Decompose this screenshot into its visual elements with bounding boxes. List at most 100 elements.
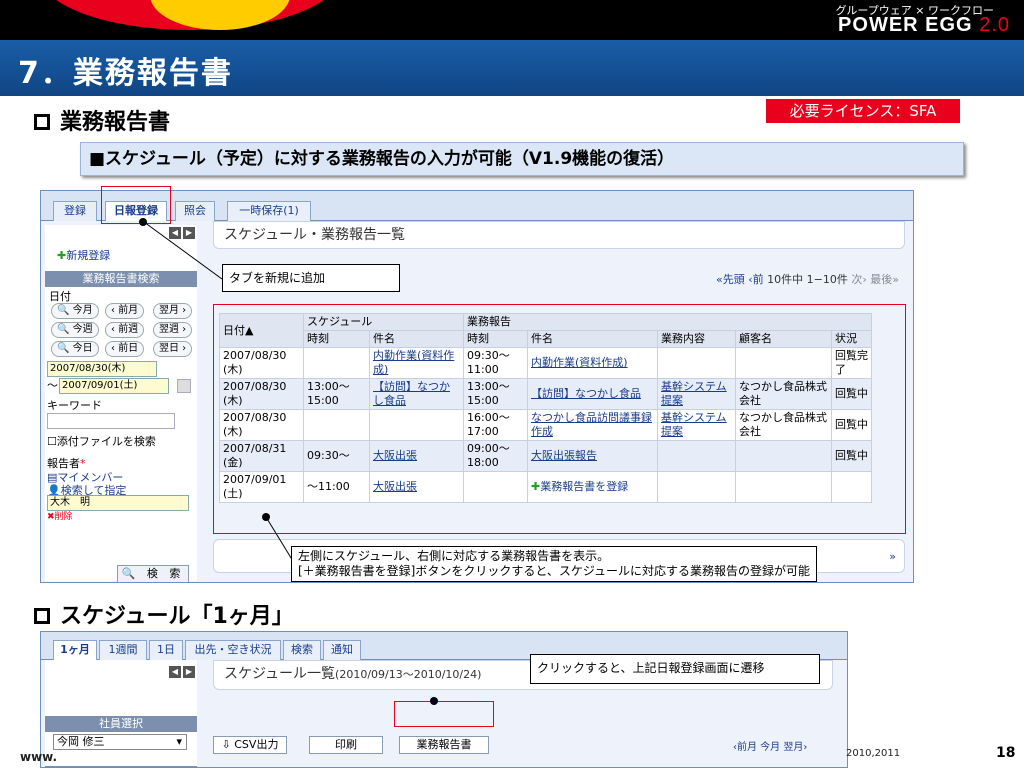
prev-week-button[interactable]: ‹ 前週 bbox=[105, 322, 145, 338]
brand-version: 2.0 bbox=[979, 14, 1010, 36]
checkbox-square-icon bbox=[34, 608, 50, 624]
employee-select-header: 社員選択 bbox=[45, 716, 197, 732]
section2-heading: スケジュール「1ヶ月」 bbox=[34, 598, 294, 630]
business-report-button[interactable]: 業務報告書 bbox=[399, 736, 489, 754]
prev-day-label: 前日 bbox=[118, 343, 139, 354]
search-button[interactable]: 🔍 検 索 bbox=[117, 565, 189, 582]
prev-week-label: 前週 bbox=[118, 324, 139, 335]
page-number: 18 bbox=[996, 745, 1016, 761]
calendar-range: (2010/09/13〜2010/10/24) bbox=[335, 668, 482, 681]
main-title: スケジュール・業務報告一覧 bbox=[213, 221, 905, 249]
this-month-button[interactable]: 🔍 今月 bbox=[51, 303, 99, 319]
chevron-left-icon[interactable]: ◀ bbox=[169, 227, 181, 239]
calendar-title-text: スケジュール一覧 bbox=[224, 666, 336, 682]
tilde-label: 〜 bbox=[47, 379, 58, 392]
report-button-highlight-box bbox=[394, 701, 494, 727]
sidebar-toggle[interactable]: ◀ ▶ bbox=[167, 664, 195, 678]
slide-title: 7．業務報告書 bbox=[18, 56, 233, 91]
delete-label: 削除 bbox=[54, 512, 73, 522]
tab-highlight-box bbox=[101, 186, 171, 224]
date-to-input[interactable]: 2007/09/01(土) bbox=[59, 378, 169, 394]
tab-temp-save[interactable]: 一時保存(1) bbox=[227, 201, 311, 221]
plus-icon: ✚ bbox=[57, 249, 67, 262]
brand-name-text: POWER EGG bbox=[838, 14, 973, 36]
tab-availability[interactable]: 出先・空き状況 bbox=[185, 640, 281, 660]
next-day-label: 翌日 bbox=[159, 343, 179, 354]
footer-copyright: 2010,2011 bbox=[846, 748, 901, 759]
tab-one-month[interactable]: 1ヶ月 bbox=[53, 640, 97, 660]
pointer-dot bbox=[139, 218, 147, 226]
next-month-button[interactable]: 翌月 › bbox=[153, 303, 193, 319]
calendar-icon[interactable] bbox=[177, 379, 191, 393]
tab-notify[interactable]: 通知 bbox=[323, 640, 361, 660]
pager-first[interactable]: «先頭 bbox=[716, 273, 745, 286]
delete-link[interactable]: ✖削除 bbox=[47, 509, 73, 522]
table-highlight-box bbox=[213, 304, 906, 534]
chevron-right-icon[interactable]: ▶ bbox=[183, 666, 195, 678]
last-page-icon[interactable]: » bbox=[889, 550, 896, 563]
pager: «先頭 ‹前 10件中 1−10件 次› 最後» bbox=[716, 271, 899, 287]
tab-inquiry[interactable]: 照会 bbox=[175, 201, 215, 221]
keyword-label: キーワード bbox=[47, 399, 102, 412]
prev-month-button[interactable]: ‹ 前月 bbox=[105, 303, 145, 319]
this-month-label: 今月 bbox=[72, 305, 93, 316]
next-month-label: 翌月 bbox=[159, 305, 179, 316]
sidebar-toggle[interactable]: ◀ ▶ bbox=[167, 225, 195, 239]
pager-count: 10件中 1−10件 bbox=[767, 273, 848, 286]
calendar-sidebar: ◀▶ 社員選択 今岡 修三▾ 検索 bbox=[45, 660, 197, 767]
license-badge: 必要ライセンス：SFA bbox=[766, 99, 960, 123]
tab-register[interactable]: 登録 bbox=[53, 201, 97, 221]
this-week-label: 今週 bbox=[72, 324, 93, 335]
callout-description: 左側にスケジュール、右側に対応する業務報告書を表示。 [＋業務報告書を登録]ボタン… bbox=[291, 546, 818, 582]
search-button-label: 検 索 bbox=[146, 567, 185, 580]
callout-add-tab: タブを新規に追加 bbox=[222, 264, 400, 292]
callout-desc-line1: 左側にスケジュール、右側に対応する業務報告書を表示。 bbox=[298, 549, 610, 563]
section1-heading-text: 業務報告書 bbox=[60, 110, 171, 135]
sidebar: ◀ ▶ ✚新規登録 業務報告書検索 日付 🔍 今月 ‹ 前月 翌月 › 🔍 今週 … bbox=[45, 225, 197, 582]
csv-export-label: CSV出力 bbox=[234, 738, 279, 751]
top-banner: グループウェア × ワークフロー POWER EGG 2.0 bbox=[0, 0, 1024, 40]
pointer-dot bbox=[262, 513, 270, 521]
section1-heading: 業務報告書 bbox=[34, 104, 170, 136]
new-register-link[interactable]: ✚新規登録 bbox=[57, 247, 110, 263]
calendar-screenshot: 1ヶ月 1週間 1日 出先・空き状況 検索 通知 ◀ ▶ 社員選択 今岡 修三 ▾ … bbox=[40, 631, 848, 768]
csv-export-button[interactable]: ⇩ CSV出力 bbox=[213, 736, 287, 754]
tab-one-week[interactable]: 1週間 bbox=[99, 640, 147, 660]
title-band: 7．業務報告書 bbox=[0, 40, 1024, 96]
checkbox-square-icon bbox=[34, 114, 50, 130]
today-button[interactable]: 🔍 今日 bbox=[51, 341, 99, 357]
chevron-down-icon: ▾ bbox=[176, 735, 182, 748]
month-nav[interactable]: ‹前月 今月 翌月› bbox=[733, 738, 807, 753]
employee-select-value: 今岡 修三 bbox=[57, 735, 105, 748]
business-report-label: 業務報告書 bbox=[416, 738, 472, 751]
footer-url: www. bbox=[20, 750, 58, 764]
search-panel-header: 業務報告書検索 bbox=[45, 271, 197, 287]
next-day-button[interactable]: 翌日 › bbox=[153, 341, 193, 357]
today-label: 今日 bbox=[72, 343, 93, 354]
section2-heading-text: スケジュール「1ヶ月」 bbox=[60, 604, 294, 629]
tab-one-day[interactable]: 1日 bbox=[149, 640, 183, 660]
prev-day-button[interactable]: ‹ 前日 bbox=[105, 341, 145, 357]
date-label: 日付 bbox=[49, 290, 71, 303]
pager-next[interactable]: 次› bbox=[851, 273, 866, 286]
tab-bar: 登録 日報登録 照会 一時保存(1) bbox=[41, 191, 913, 221]
tab-search[interactable]: 検索 bbox=[283, 640, 321, 660]
employee-select[interactable]: 今岡 修三 ▾ bbox=[53, 734, 187, 750]
print-label: 印刷 bbox=[335, 738, 357, 751]
callout-desc-line2: [＋業務報告書を登録]ボタンをクリックすると、スケジュールに対応する業務報告の登… bbox=[298, 564, 811, 578]
attach-search-label: 添付ファイルを検索 bbox=[56, 435, 156, 448]
callout-click-transition: クリックすると、上記日報登録画面に遷移 bbox=[530, 654, 820, 684]
pointer-dot bbox=[430, 697, 438, 705]
date-from-input[interactable]: 2007/08/30(木) bbox=[47, 361, 157, 377]
attach-search-checkbox[interactable]: ☐添付ファイルを検索 bbox=[47, 433, 156, 449]
brand-name: POWER EGG 2.0 bbox=[838, 14, 1010, 37]
pager-prev[interactable]: ‹前 bbox=[748, 273, 763, 286]
this-week-button[interactable]: 🔍 今週 bbox=[51, 322, 99, 338]
next-week-label: 翌週 bbox=[159, 324, 179, 335]
pager-last[interactable]: 最後» bbox=[870, 273, 899, 286]
keyword-input[interactable] bbox=[47, 413, 175, 429]
chevron-right-icon[interactable]: ▶ bbox=[183, 227, 195, 239]
chevron-left-icon[interactable]: ◀ bbox=[169, 666, 181, 678]
print-button[interactable]: 印刷 bbox=[309, 736, 383, 754]
next-week-button[interactable]: 翌週 › bbox=[153, 322, 193, 338]
